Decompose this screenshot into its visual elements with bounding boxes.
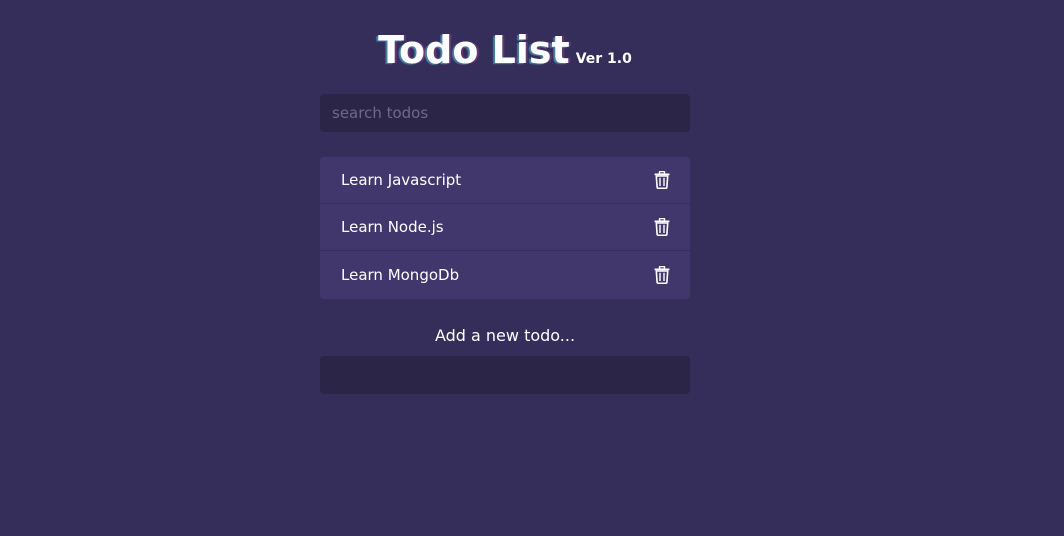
todo-text: Learn MongoDb — [341, 266, 460, 284]
version-badge: Ver 1.0 — [575, 51, 632, 67]
todo-list: Learn Javascript Learn Node.js Learn Mon… — [320, 157, 690, 299]
todo-item: Learn Node.js — [320, 204, 690, 251]
add-todo-label: Add a new todo... — [434, 326, 576, 345]
page-title: Todo List — [378, 28, 570, 72]
trash-icon[interactable] — [654, 217, 670, 237]
todo-item: Learn MongoDb — [320, 251, 690, 299]
add-todo-input[interactable] — [320, 356, 690, 394]
page-header: Todo List Ver 1.0 — [320, 28, 690, 72]
trash-icon[interactable] — [654, 265, 670, 285]
todo-text: Learn Node.js — [341, 218, 444, 236]
search-input[interactable] — [320, 94, 690, 132]
todo-text: Learn Javascript — [341, 171, 462, 189]
todo-item: Learn Javascript — [320, 157, 690, 204]
trash-icon[interactable] — [654, 170, 670, 190]
